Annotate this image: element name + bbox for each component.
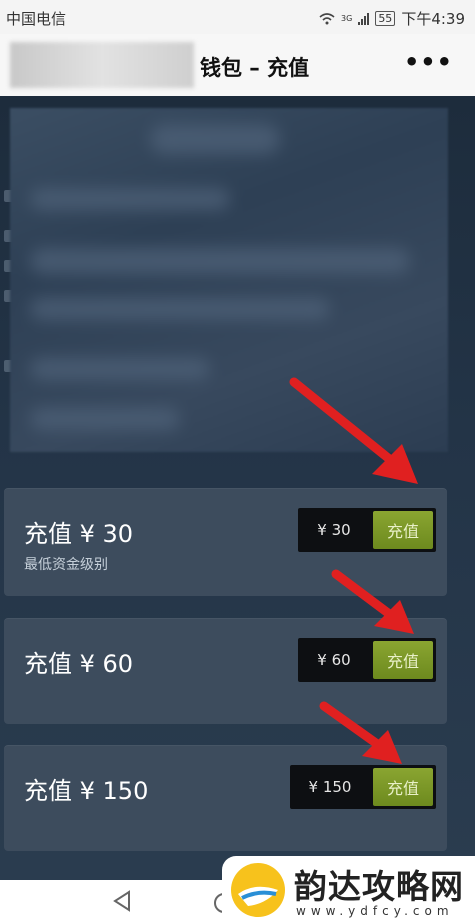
more-dots-icon[interactable]: ••• <box>404 48 453 76</box>
blurred-account-name <box>10 42 194 88</box>
recharge-label: 充值 ¥ 150 <box>24 777 149 805</box>
recharge-label: 充值 ¥ 30 <box>24 520 134 548</box>
network-type: 3G <box>341 14 353 23</box>
recharge-button-30[interactable]: 充值 <box>373 511 433 549</box>
red-arrow-icon <box>331 569 414 634</box>
carrier-name: 中国电信 <box>6 10 67 28</box>
wifi-icon <box>319 12 335 24</box>
watermark-logo <box>231 863 285 917</box>
price-tag: ¥ 60 <box>317 651 351 669</box>
watermark-url: www.ydfcy.com <box>296 904 454 918</box>
recharge-sublabel: 最低资金级别 <box>24 557 108 573</box>
red-arrow-icon <box>319 701 402 764</box>
site-watermark: 韵达攻略网 www.ydfcy.com <box>222 856 475 924</box>
red-arrow-icon <box>289 377 418 484</box>
battery-icon: 55 <box>375 11 396 26</box>
title-bar: 钱包 – 充值 ••• <box>0 34 475 96</box>
status-icons: 3G 55 下午4:39 <box>319 8 465 29</box>
status-bar: 中国电信 3G 55 下午4:39 <box>0 0 475 34</box>
watermark-brand: 韵达攻略网 <box>294 867 464 906</box>
back-triangle-icon[interactable] <box>112 890 132 912</box>
price-tag: ¥ 30 <box>317 521 351 539</box>
recharge-label: 充值 ¥ 60 <box>24 650 134 678</box>
page-title: 钱包 – 充值 <box>200 56 310 80</box>
signal-icon <box>358 12 370 25</box>
clock: 下午4:39 <box>401 10 465 28</box>
price-tag: ¥ 150 <box>308 778 352 796</box>
purchase-box: ¥ 30 充值 <box>298 508 436 552</box>
